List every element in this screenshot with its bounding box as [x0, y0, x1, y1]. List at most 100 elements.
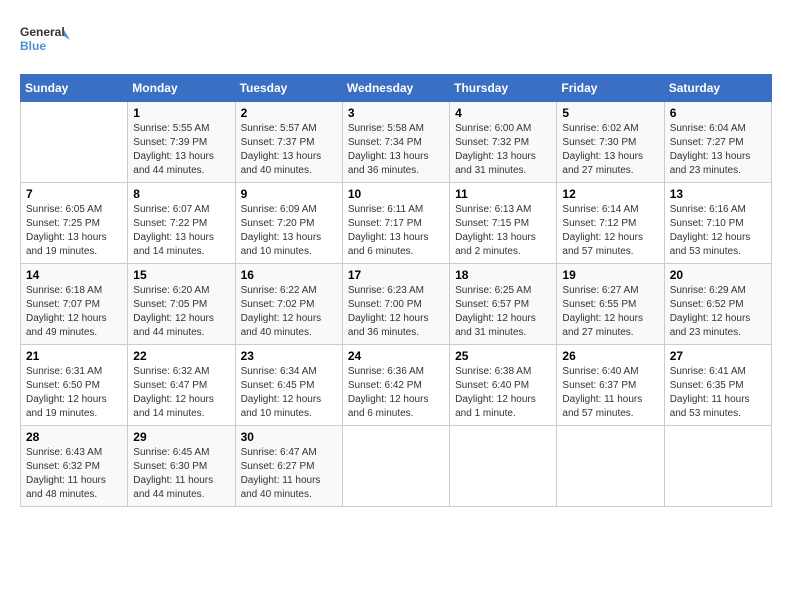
- calendar-cell: 12 Sunrise: 6:14 AM Sunset: 7:12 PM Dayli…: [557, 183, 664, 264]
- calendar-week-row: 7 Sunrise: 6:05 AM Sunset: 7:25 PM Daylig…: [21, 183, 772, 264]
- calendar-cell: 28 Sunrise: 6:43 AM Sunset: 6:32 PM Dayli…: [21, 426, 128, 507]
- day-number: 18: [455, 268, 551, 282]
- weekday-header-thursday: Thursday: [450, 75, 557, 102]
- day-info: Sunrise: 6:14 AM Sunset: 7:12 PM Dayligh…: [562, 203, 658, 259]
- calendar-cell: 18 Sunrise: 6:25 AM Sunset: 6:57 PM Dayli…: [450, 264, 557, 345]
- day-number: 15: [133, 268, 229, 282]
- day-number: 12: [562, 187, 658, 201]
- calendar-header-row: SundayMondayTuesdayWednesdayThursdayFrid…: [21, 75, 772, 102]
- day-info: Sunrise: 6:18 AM Sunset: 7:07 PM Dayligh…: [26, 284, 122, 340]
- calendar-cell: 22 Sunrise: 6:32 AM Sunset: 6:47 PM Dayli…: [128, 345, 235, 426]
- logo: General Blue: [20, 20, 70, 64]
- day-info: Sunrise: 6:25 AM Sunset: 6:57 PM Dayligh…: [455, 284, 551, 340]
- calendar-cell: 1 Sunrise: 5:55 AM Sunset: 7:39 PM Daylig…: [128, 102, 235, 183]
- day-info: Sunrise: 6:02 AM Sunset: 7:30 PM Dayligh…: [562, 122, 658, 178]
- day-number: 2: [241, 106, 337, 120]
- calendar-cell: 17 Sunrise: 6:23 AM Sunset: 7:00 PM Dayli…: [342, 264, 449, 345]
- day-number: 9: [241, 187, 337, 201]
- day-info: Sunrise: 5:55 AM Sunset: 7:39 PM Dayligh…: [133, 122, 229, 178]
- day-info: Sunrise: 6:16 AM Sunset: 7:10 PM Dayligh…: [670, 203, 766, 259]
- day-info: Sunrise: 6:47 AM Sunset: 6:27 PM Dayligh…: [241, 446, 337, 502]
- day-info: Sunrise: 5:58 AM Sunset: 7:34 PM Dayligh…: [348, 122, 444, 178]
- calendar-cell: 6Sunrise: 6:04 AM Sunset: 7:27 PM Daylig…: [664, 102, 771, 183]
- day-number: 17: [348, 268, 444, 282]
- day-number: 3: [348, 106, 444, 120]
- day-info: Sunrise: 6:09 AM Sunset: 7:20 PM Dayligh…: [241, 203, 337, 259]
- day-number: 28: [26, 430, 122, 444]
- day-info: Sunrise: 6:38 AM Sunset: 6:40 PM Dayligh…: [455, 365, 551, 421]
- day-info: Sunrise: 6:31 AM Sunset: 6:50 PM Dayligh…: [26, 365, 122, 421]
- calendar-cell: 8Sunrise: 6:07 AM Sunset: 7:22 PM Daylig…: [128, 183, 235, 264]
- calendar-cell: 10 Sunrise: 6:11 AM Sunset: 7:17 PM Dayli…: [342, 183, 449, 264]
- day-number: 1: [133, 106, 229, 120]
- day-number: 27: [670, 349, 766, 363]
- svg-text:Blue: Blue: [20, 39, 46, 53]
- calendar-cell: 14 Sunrise: 6:18 AM Sunset: 7:07 PM Dayli…: [21, 264, 128, 345]
- day-info: Sunrise: 6:45 AM Sunset: 6:30 PM Dayligh…: [133, 446, 229, 502]
- day-info: Sunrise: 5:57 AM Sunset: 7:37 PM Dayligh…: [241, 122, 337, 178]
- weekday-header-sunday: Sunday: [21, 75, 128, 102]
- day-info: Sunrise: 6:29 AM Sunset: 6:52 PM Dayligh…: [670, 284, 766, 340]
- calendar-cell: 4Sunrise: 6:00 AM Sunset: 7:32 PM Daylig…: [450, 102, 557, 183]
- calendar-cell: 24Sunrise: 6:36 AM Sunset: 6:42 PM Dayli…: [342, 345, 449, 426]
- calendar-cell: 2 Sunrise: 5:57 AM Sunset: 7:37 PM Daylig…: [235, 102, 342, 183]
- day-number: 14: [26, 268, 122, 282]
- day-info: Sunrise: 6:41 AM Sunset: 6:35 PM Dayligh…: [670, 365, 766, 421]
- day-info: Sunrise: 6:34 AM Sunset: 6:45 PM Dayligh…: [241, 365, 337, 421]
- page-header: General Blue: [20, 20, 772, 64]
- calendar-cell: 27 Sunrise: 6:41 AM Sunset: 6:35 PM Dayli…: [664, 345, 771, 426]
- day-info: Sunrise: 6:43 AM Sunset: 6:32 PM Dayligh…: [26, 446, 122, 502]
- day-info: Sunrise: 6:27 AM Sunset: 6:55 PM Dayligh…: [562, 284, 658, 340]
- day-info: Sunrise: 6:05 AM Sunset: 7:25 PM Dayligh…: [26, 203, 122, 259]
- calendar-cell: 21Sunrise: 6:31 AM Sunset: 6:50 PM Dayli…: [21, 345, 128, 426]
- calendar-cell: 5Sunrise: 6:02 AM Sunset: 7:30 PM Daylig…: [557, 102, 664, 183]
- day-info: Sunrise: 6:00 AM Sunset: 7:32 PM Dayligh…: [455, 122, 551, 178]
- calendar-cell: 30 Sunrise: 6:47 AM Sunset: 6:27 PM Dayli…: [235, 426, 342, 507]
- day-number: 29: [133, 430, 229, 444]
- day-number: 11: [455, 187, 551, 201]
- day-info: Sunrise: 6:23 AM Sunset: 7:00 PM Dayligh…: [348, 284, 444, 340]
- day-number: 22: [133, 349, 229, 363]
- svg-text:General: General: [20, 25, 65, 39]
- day-number: 7: [26, 187, 122, 201]
- calendar-cell: 9 Sunrise: 6:09 AM Sunset: 7:20 PM Daylig…: [235, 183, 342, 264]
- day-info: Sunrise: 6:11 AM Sunset: 7:17 PM Dayligh…: [348, 203, 444, 259]
- weekday-header-wednesday: Wednesday: [342, 75, 449, 102]
- calendar-cell: 20Sunrise: 6:29 AM Sunset: 6:52 PM Dayli…: [664, 264, 771, 345]
- day-info: Sunrise: 6:32 AM Sunset: 6:47 PM Dayligh…: [133, 365, 229, 421]
- calendar-week-row: 1 Sunrise: 5:55 AM Sunset: 7:39 PM Daylig…: [21, 102, 772, 183]
- calendar-cell: 23 Sunrise: 6:34 AM Sunset: 6:45 PM Dayli…: [235, 345, 342, 426]
- day-number: 19: [562, 268, 658, 282]
- weekday-header-monday: Monday: [128, 75, 235, 102]
- weekday-header-tuesday: Tuesday: [235, 75, 342, 102]
- calendar-cell: [21, 102, 128, 183]
- day-info: Sunrise: 6:36 AM Sunset: 6:42 PM Dayligh…: [348, 365, 444, 421]
- day-number: 25: [455, 349, 551, 363]
- calendar-cell: 25 Sunrise: 6:38 AM Sunset: 6:40 PM Dayli…: [450, 345, 557, 426]
- day-number: 13: [670, 187, 766, 201]
- day-number: 16: [241, 268, 337, 282]
- calendar-cell: [664, 426, 771, 507]
- day-info: Sunrise: 6:40 AM Sunset: 6:37 PM Dayligh…: [562, 365, 658, 421]
- day-info: Sunrise: 6:22 AM Sunset: 7:02 PM Dayligh…: [241, 284, 337, 340]
- calendar-cell: 29 Sunrise: 6:45 AM Sunset: 6:30 PM Dayli…: [128, 426, 235, 507]
- calendar-cell: [342, 426, 449, 507]
- day-info: Sunrise: 6:07 AM Sunset: 7:22 PM Dayligh…: [133, 203, 229, 259]
- day-number: 23: [241, 349, 337, 363]
- calendar-week-row: 14 Sunrise: 6:18 AM Sunset: 7:07 PM Dayli…: [21, 264, 772, 345]
- day-number: 10: [348, 187, 444, 201]
- calendar-cell: 16 Sunrise: 6:22 AM Sunset: 7:02 PM Dayli…: [235, 264, 342, 345]
- day-number: 30: [241, 430, 337, 444]
- calendar-cell: 13 Sunrise: 6:16 AM Sunset: 7:10 PM Dayli…: [664, 183, 771, 264]
- calendar-cell: 26 Sunrise: 6:40 AM Sunset: 6:37 PM Dayli…: [557, 345, 664, 426]
- day-number: 26: [562, 349, 658, 363]
- day-info: Sunrise: 6:04 AM Sunset: 7:27 PM Dayligh…: [670, 122, 766, 178]
- calendar-cell: 15 Sunrise: 6:20 AM Sunset: 7:05 PM Dayli…: [128, 264, 235, 345]
- day-info: Sunrise: 6:13 AM Sunset: 7:15 PM Dayligh…: [455, 203, 551, 259]
- calendar-cell: [557, 426, 664, 507]
- calendar-cell: 3 Sunrise: 5:58 AM Sunset: 7:34 PM Daylig…: [342, 102, 449, 183]
- calendar-cell: 19 Sunrise: 6:27 AM Sunset: 6:55 PM Dayli…: [557, 264, 664, 345]
- calendar-week-row: 28 Sunrise: 6:43 AM Sunset: 6:32 PM Dayli…: [21, 426, 772, 507]
- day-info: Sunrise: 6:20 AM Sunset: 7:05 PM Dayligh…: [133, 284, 229, 340]
- weekday-header-saturday: Saturday: [664, 75, 771, 102]
